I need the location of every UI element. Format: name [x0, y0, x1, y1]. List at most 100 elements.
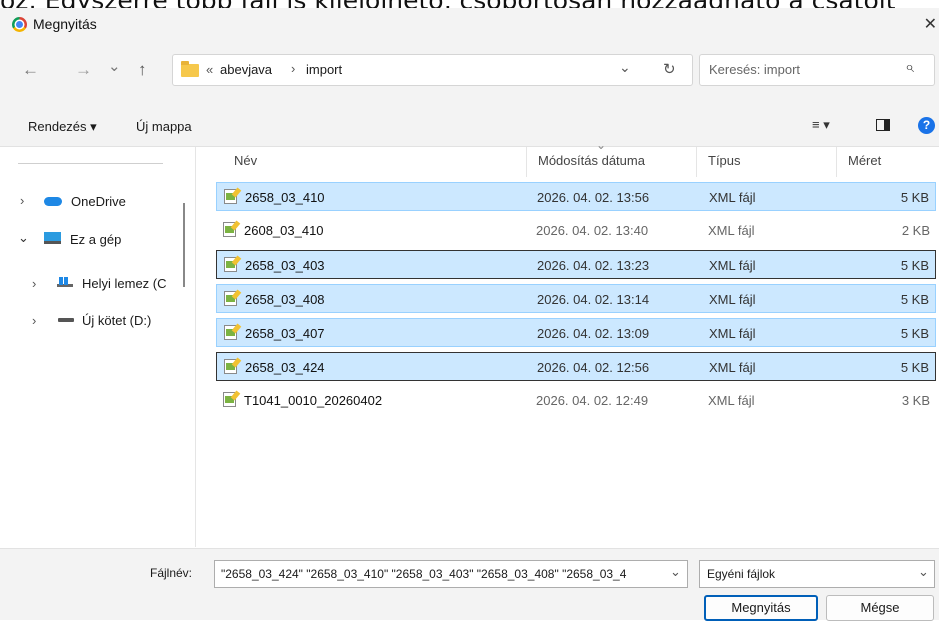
column-header-size[interactable]: Méret — [848, 153, 881, 168]
command-bar: Rendezés ▾ Új mappa ≡ ▾ ? — [0, 108, 939, 147]
nav-scrollbar[interactable] — [183, 203, 185, 287]
column-separator[interactable] — [836, 147, 837, 177]
file-modified-date: 2026. 04. 02. 13:23 — [537, 258, 650, 273]
file-modified-date: 2026. 04. 02. 12:49 — [536, 393, 649, 408]
column-header-name[interactable]: Név — [234, 153, 257, 168]
file-type: XML fájl — [709, 360, 756, 375]
file-type: XML fájl — [709, 258, 756, 273]
xml-file-icon — [224, 325, 237, 340]
recent-locations-icon[interactable]: ⌄ — [108, 57, 121, 75]
navigation-toolbar: ← → ⌄ ↑ « abevjava › import ⌄ ↻ Keresés:… — [0, 40, 939, 108]
search-placeholder: Keresés: import — [709, 62, 801, 77]
file-list: Név ⌄ Módosítás dátuma Típus Méret 2658_… — [196, 138, 939, 547]
local-disk-icon — [57, 277, 73, 287]
file-type: XML fájl — [709, 326, 756, 341]
file-type-select[interactable]: Egyéni fájlok ⌄ — [699, 560, 935, 588]
file-modified-date: 2026. 04. 02. 13:14 — [537, 292, 650, 307]
nav-divider — [18, 163, 163, 164]
file-name: 2658_03_408 — [245, 292, 325, 307]
refresh-icon[interactable]: ↻ — [663, 60, 676, 78]
filename-value: "2658_03_424" "2658_03_410" "2658_03_403… — [221, 567, 627, 581]
file-type: XML fájl — [709, 190, 756, 205]
xml-file-icon — [223, 392, 236, 407]
xml-file-icon — [224, 291, 237, 306]
column-header-type[interactable]: Típus — [708, 153, 741, 168]
file-modified-date: 2026. 04. 02. 13:56 — [537, 190, 650, 205]
file-row[interactable]: 2608_03_410 2026. 04. 02. 13:40 XML fájl 2 … — [216, 216, 936, 245]
nav-item-label: Helyi lemez (C — [82, 276, 167, 291]
chevron-down-icon[interactable]: ⌄ — [918, 564, 929, 580]
nav-item-label: Új kötet (D:) — [82, 313, 152, 328]
chevron-right-icon[interactable]: › — [32, 276, 36, 291]
onedrive-cloud-icon — [44, 197, 62, 206]
file-row[interactable]: 2658_03_403 2026. 04. 02. 13:23 XML fájl 5 … — [216, 250, 936, 279]
file-size: 3 KB — [901, 393, 930, 408]
search-field[interactable]: Keresés: import ⌕ — [699, 54, 935, 86]
forward-arrow-icon[interactable]: → — [75, 60, 92, 80]
chevron-right-icon[interactable]: › — [32, 313, 36, 328]
dialog-title: Megnyitás — [33, 16, 97, 32]
breadcrumb-separator: › — [291, 61, 296, 76]
close-icon[interactable]: ✕ — [924, 14, 937, 34]
view-options-icon[interactable]: ≡ ▾ — [812, 117, 830, 133]
dialog-titlebar: Megnyitás ✕ — [0, 8, 939, 40]
column-header-modified[interactable]: Módosítás dátuma — [538, 153, 645, 168]
file-type: XML fájl — [708, 223, 755, 238]
navigation-pane: › OneDrive ⌄ Ez a gép › Helyi lemez (C ›… — [0, 147, 196, 547]
column-separator[interactable] — [526, 147, 527, 177]
breadcrumb-import[interactable]: import — [306, 62, 342, 77]
computer-icon — [44, 232, 61, 244]
breadcrumb-overflow[interactable]: « — [206, 62, 213, 77]
open-button[interactable]: Megnyitás — [704, 595, 818, 621]
filename-label: Fájlnév: — [150, 566, 193, 580]
file-modified-date: 2026. 04. 02. 13:40 — [536, 223, 649, 238]
file-type: XML fájl — [709, 292, 756, 307]
xml-file-icon — [224, 189, 237, 204]
folder-icon — [181, 61, 199, 77]
file-row[interactable]: 2658_03_410 2026. 04. 02. 13:56 XML fájl 5 … — [216, 182, 936, 211]
back-arrow-icon[interactable]: ← — [22, 60, 39, 80]
file-name: 2658_03_410 — [245, 190, 325, 205]
filename-dropdown-icon[interactable]: ⌄ — [670, 564, 681, 580]
file-name: 2658_03_403 — [245, 258, 325, 273]
organize-button[interactable]: Rendezés ▾ — [28, 119, 97, 135]
up-arrow-icon[interactable]: ↑ — [138, 60, 147, 80]
drive-icon — [58, 318, 74, 322]
filename-input[interactable]: "2658_03_424" "2658_03_410" "2658_03_403… — [214, 560, 688, 588]
file-size: 5 KB — [900, 326, 929, 341]
new-folder-button[interactable]: Új mappa — [136, 119, 192, 134]
file-size: 2 KB — [901, 223, 930, 238]
file-size: 5 KB — [900, 190, 929, 205]
file-type: XML fájl — [708, 393, 755, 408]
help-icon[interactable]: ? — [918, 117, 935, 134]
nav-item-label: OneDrive — [71, 194, 126, 209]
cancel-button[interactable]: Mégse — [826, 595, 934, 621]
search-icon[interactable]: ⌕ — [905, 59, 914, 77]
chevron-right-icon[interactable]: › — [20, 193, 24, 208]
chrome-icon — [12, 17, 27, 32]
chevron-down-icon[interactable]: ⌄ — [18, 230, 29, 246]
file-size: 5 KB — [900, 360, 929, 375]
column-separator[interactable] — [696, 147, 697, 177]
xml-file-icon — [224, 359, 237, 374]
file-row[interactable]: 2658_03_424 2026. 04. 02. 12:56 XML fájl 5 … — [216, 352, 936, 381]
file-name: T1041_0010_20260402 — [244, 393, 383, 408]
address-dropdown-icon[interactable]: ⌄ — [619, 59, 631, 76]
file-modified-date: 2026. 04. 02. 12:56 — [537, 360, 650, 375]
xml-file-icon — [223, 222, 236, 237]
address-bar[interactable]: « abevjava › import ⌄ ↻ — [172, 54, 693, 86]
file-size: 5 KB — [900, 292, 929, 307]
file-row[interactable]: 2658_03_408 2026. 04. 02. 13:14 XML fájl 5 … — [216, 284, 936, 313]
dialog-footer: Fájlnév: "2658_03_424" "2658_03_410" "26… — [0, 548, 939, 621]
file-row[interactable]: T1041_0010_20260402 2026. 04. 02. 12:49 XM… — [216, 386, 936, 415]
file-name: 2608_03_410 — [244, 223, 324, 238]
file-type-value: Egyéni fájlok — [707, 567, 776, 581]
sort-indicator-icon: ⌄ — [596, 138, 607, 152]
breadcrumb-abevjava[interactable]: abevjava — [220, 62, 272, 77]
file-row[interactable]: 2658_03_407 2026. 04. 02. 13:09 XML fájl 5 … — [216, 318, 936, 347]
file-name: 2658_03_424 — [245, 360, 325, 375]
file-name: 2658_03_407 — [245, 326, 325, 341]
preview-pane-icon[interactable] — [876, 119, 890, 131]
nav-item-label: Ez a gép — [70, 232, 122, 247]
xml-file-icon — [224, 257, 237, 272]
